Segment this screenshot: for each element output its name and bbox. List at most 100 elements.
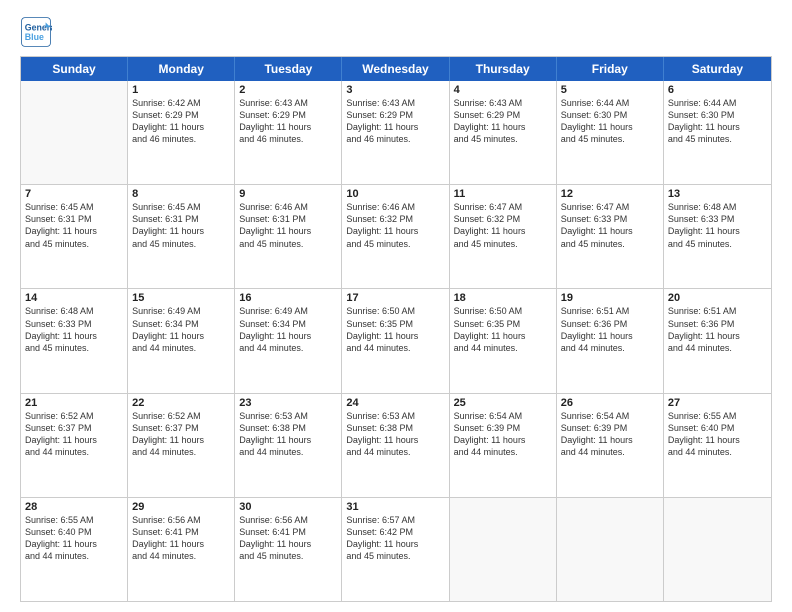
day-number: 7 [25,188,123,200]
day-number: 17 [346,292,444,304]
calendar-cell-4-0: 28Sunrise: 6:55 AM Sunset: 6:40 PM Dayli… [21,498,128,601]
day-number: 25 [454,397,552,409]
calendar: SundayMondayTuesdayWednesdayThursdayFrid… [20,56,772,602]
calendar-cell-2-0: 14Sunrise: 6:48 AM Sunset: 6:33 PM Dayli… [21,289,128,392]
cell-info: Sunrise: 6:42 AM Sunset: 6:29 PM Dayligh… [132,97,230,146]
calendar-cell-4-4 [450,498,557,601]
cell-info: Sunrise: 6:51 AM Sunset: 6:36 PM Dayligh… [668,305,767,354]
day-number: 20 [668,292,767,304]
calendar-body: 1Sunrise: 6:42 AM Sunset: 6:29 PM Daylig… [21,81,771,601]
cell-info: Sunrise: 6:48 AM Sunset: 6:33 PM Dayligh… [25,305,123,354]
cell-info: Sunrise: 6:44 AM Sunset: 6:30 PM Dayligh… [668,97,767,146]
calendar-row-0: 1Sunrise: 6:42 AM Sunset: 6:29 PM Daylig… [21,81,771,185]
cell-info: Sunrise: 6:55 AM Sunset: 6:40 PM Dayligh… [668,410,767,459]
day-number: 10 [346,188,444,200]
day-number: 16 [239,292,337,304]
calendar-cell-0-6: 6Sunrise: 6:44 AM Sunset: 6:30 PM Daylig… [664,81,771,184]
header-day-wednesday: Wednesday [342,57,449,81]
calendar-cell-2-1: 15Sunrise: 6:49 AM Sunset: 6:34 PM Dayli… [128,289,235,392]
day-number: 23 [239,397,337,409]
day-number: 2 [239,84,337,96]
day-number: 19 [561,292,659,304]
day-number: 21 [25,397,123,409]
day-number: 31 [346,501,444,513]
svg-text:Blue: Blue [25,32,44,42]
day-number: 22 [132,397,230,409]
calendar-header: SundayMondayTuesdayWednesdayThursdayFrid… [21,57,771,81]
day-number: 29 [132,501,230,513]
calendar-cell-1-6: 13Sunrise: 6:48 AM Sunset: 6:33 PM Dayli… [664,185,771,288]
cell-info: Sunrise: 6:43 AM Sunset: 6:29 PM Dayligh… [239,97,337,146]
calendar-cell-0-0 [21,81,128,184]
calendar-cell-3-3: 24Sunrise: 6:53 AM Sunset: 6:38 PM Dayli… [342,394,449,497]
day-number: 14 [25,292,123,304]
cell-info: Sunrise: 6:45 AM Sunset: 6:31 PM Dayligh… [25,201,123,250]
cell-info: Sunrise: 6:49 AM Sunset: 6:34 PM Dayligh… [132,305,230,354]
calendar-cell-2-5: 19Sunrise: 6:51 AM Sunset: 6:36 PM Dayli… [557,289,664,392]
header-day-friday: Friday [557,57,664,81]
calendar-cell-1-2: 9Sunrise: 6:46 AM Sunset: 6:31 PM Daylig… [235,185,342,288]
cell-info: Sunrise: 6:48 AM Sunset: 6:33 PM Dayligh… [668,201,767,250]
calendar-cell-4-5 [557,498,664,601]
day-number: 6 [668,84,767,96]
cell-info: Sunrise: 6:50 AM Sunset: 6:35 PM Dayligh… [454,305,552,354]
calendar-cell-3-2: 23Sunrise: 6:53 AM Sunset: 6:38 PM Dayli… [235,394,342,497]
calendar-cell-0-5: 5Sunrise: 6:44 AM Sunset: 6:30 PM Daylig… [557,81,664,184]
cell-info: Sunrise: 6:50 AM Sunset: 6:35 PM Dayligh… [346,305,444,354]
day-number: 1 [132,84,230,96]
cell-info: Sunrise: 6:56 AM Sunset: 6:41 PM Dayligh… [239,514,337,563]
day-number: 15 [132,292,230,304]
day-number: 5 [561,84,659,96]
calendar-cell-1-3: 10Sunrise: 6:46 AM Sunset: 6:32 PM Dayli… [342,185,449,288]
svg-text:General: General [25,22,52,32]
cell-info: Sunrise: 6:54 AM Sunset: 6:39 PM Dayligh… [561,410,659,459]
logo-icon: General Blue [20,16,52,48]
header-day-tuesday: Tuesday [235,57,342,81]
calendar-cell-4-1: 29Sunrise: 6:56 AM Sunset: 6:41 PM Dayli… [128,498,235,601]
header-day-monday: Monday [128,57,235,81]
day-number: 12 [561,188,659,200]
cell-info: Sunrise: 6:56 AM Sunset: 6:41 PM Dayligh… [132,514,230,563]
calendar-cell-0-2: 2Sunrise: 6:43 AM Sunset: 6:29 PM Daylig… [235,81,342,184]
calendar-cell-3-4: 25Sunrise: 6:54 AM Sunset: 6:39 PM Dayli… [450,394,557,497]
cell-info: Sunrise: 6:57 AM Sunset: 6:42 PM Dayligh… [346,514,444,563]
calendar-row-2: 14Sunrise: 6:48 AM Sunset: 6:33 PM Dayli… [21,289,771,393]
calendar-cell-3-5: 26Sunrise: 6:54 AM Sunset: 6:39 PM Dayli… [557,394,664,497]
page: General Blue SundayMondayTuesdayWednesda… [0,0,792,612]
day-number: 26 [561,397,659,409]
cell-info: Sunrise: 6:52 AM Sunset: 6:37 PM Dayligh… [25,410,123,459]
cell-info: Sunrise: 6:46 AM Sunset: 6:31 PM Dayligh… [239,201,337,250]
calendar-cell-2-6: 20Sunrise: 6:51 AM Sunset: 6:36 PM Dayli… [664,289,771,392]
calendar-row-3: 21Sunrise: 6:52 AM Sunset: 6:37 PM Dayli… [21,394,771,498]
header: General Blue [20,16,772,48]
cell-info: Sunrise: 6:46 AM Sunset: 6:32 PM Dayligh… [346,201,444,250]
cell-info: Sunrise: 6:53 AM Sunset: 6:38 PM Dayligh… [239,410,337,459]
day-number: 27 [668,397,767,409]
calendar-cell-1-5: 12Sunrise: 6:47 AM Sunset: 6:33 PM Dayli… [557,185,664,288]
day-number: 13 [668,188,767,200]
cell-info: Sunrise: 6:54 AM Sunset: 6:39 PM Dayligh… [454,410,552,459]
cell-info: Sunrise: 6:43 AM Sunset: 6:29 PM Dayligh… [346,97,444,146]
calendar-cell-4-2: 30Sunrise: 6:56 AM Sunset: 6:41 PM Dayli… [235,498,342,601]
calendar-cell-1-1: 8Sunrise: 6:45 AM Sunset: 6:31 PM Daylig… [128,185,235,288]
calendar-cell-2-2: 16Sunrise: 6:49 AM Sunset: 6:34 PM Dayli… [235,289,342,392]
day-number: 11 [454,188,552,200]
day-number: 4 [454,84,552,96]
cell-info: Sunrise: 6:43 AM Sunset: 6:29 PM Dayligh… [454,97,552,146]
calendar-cell-3-0: 21Sunrise: 6:52 AM Sunset: 6:37 PM Dayli… [21,394,128,497]
calendar-cell-1-4: 11Sunrise: 6:47 AM Sunset: 6:32 PM Dayli… [450,185,557,288]
day-number: 9 [239,188,337,200]
day-number: 18 [454,292,552,304]
cell-info: Sunrise: 6:49 AM Sunset: 6:34 PM Dayligh… [239,305,337,354]
calendar-cell-4-6 [664,498,771,601]
calendar-cell-2-4: 18Sunrise: 6:50 AM Sunset: 6:35 PM Dayli… [450,289,557,392]
calendar-cell-4-3: 31Sunrise: 6:57 AM Sunset: 6:42 PM Dayli… [342,498,449,601]
cell-info: Sunrise: 6:53 AM Sunset: 6:38 PM Dayligh… [346,410,444,459]
day-number: 24 [346,397,444,409]
cell-info: Sunrise: 6:52 AM Sunset: 6:37 PM Dayligh… [132,410,230,459]
logo: General Blue [20,16,52,48]
calendar-cell-0-4: 4Sunrise: 6:43 AM Sunset: 6:29 PM Daylig… [450,81,557,184]
calendar-cell-0-3: 3Sunrise: 6:43 AM Sunset: 6:29 PM Daylig… [342,81,449,184]
day-number: 30 [239,501,337,513]
calendar-cell-2-3: 17Sunrise: 6:50 AM Sunset: 6:35 PM Dayli… [342,289,449,392]
